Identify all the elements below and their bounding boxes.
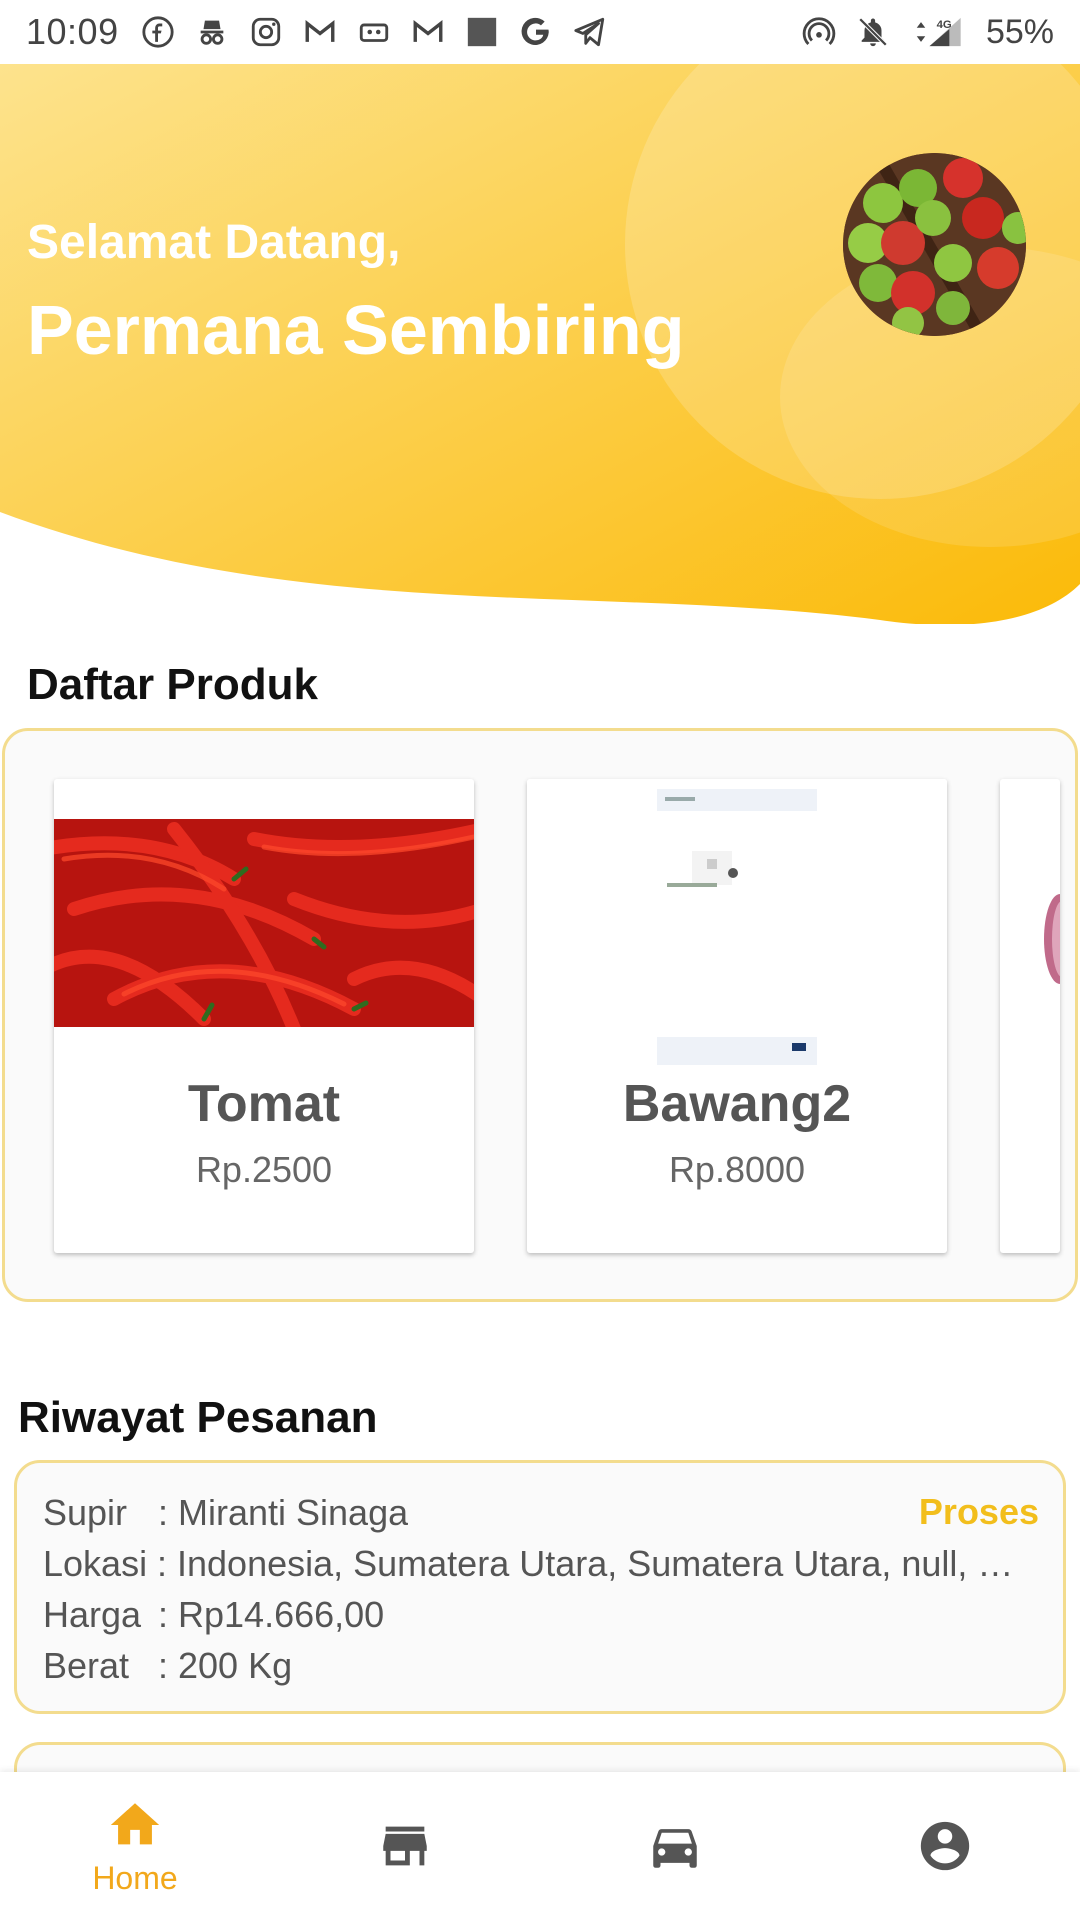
- orders-section-title: Riwayat Pesanan: [18, 1393, 378, 1442]
- telegram-icon: [573, 15, 607, 49]
- account-icon: [920, 1821, 970, 1871]
- product-price: Rp.2500: [195, 1149, 333, 1190]
- order-location-row: Lokasi : Indonesia, Sumatera Utara, Suma…: [43, 1538, 1037, 1589]
- battery-percent: 55%: [985, 12, 1054, 51]
- user-name: Permana Sembiring: [27, 291, 685, 369]
- nav-home-label: Home: [92, 1859, 178, 1896]
- bottom-navigation: Home: [0, 1772, 1080, 1920]
- greeting-text: Selamat Datang,: [27, 216, 401, 269]
- nav-car[interactable]: [540, 1772, 810, 1920]
- order-status-badge: Proses: [918, 1491, 1039, 1532]
- instagram-icon: [249, 15, 283, 49]
- order-weight-row: Berat : 200 Kg: [43, 1640, 1037, 1691]
- order-label: Lokasi: [43, 1543, 148, 1584]
- order-driver-row: Supir : Miranti Sinaga: [43, 1487, 1037, 1538]
- order-card[interactable]: Proses Supir : Miranti Sinaga Lokasi : I…: [14, 1460, 1066, 1714]
- nav-account[interactable]: [810, 1772, 1080, 1920]
- square-icon: [465, 15, 499, 49]
- facebook-icon: [141, 15, 175, 49]
- status-time: 10:09: [26, 11, 119, 52]
- product-card[interactable]: Bawang2 Rp.8000: [527, 779, 947, 1253]
- home-icon: [110, 1802, 160, 1844]
- product-card[interactable]: Tomat Rp.2500: [54, 779, 474, 1253]
- order-price-row: Harga : Rp14.666,00: [43, 1589, 1037, 1640]
- apples-image: [843, 153, 1026, 336]
- product-price: Rp.8000: [668, 1149, 806, 1190]
- product-name: Bawang2: [622, 1075, 852, 1133]
- order-value: : Indonesia, Sumatera Utara, Sumatera Ut…: [157, 1543, 1037, 1584]
- incognito-icon: [195, 15, 229, 49]
- profile-avatar[interactable]: [843, 153, 1026, 336]
- nav-home[interactable]: Home: [0, 1772, 270, 1920]
- status-bar: 10:09 4G 55%: [0, 0, 1080, 64]
- signal-icon: 4G: [910, 15, 966, 49]
- car-icon: [653, 1829, 697, 1868]
- bell-off-icon: [856, 15, 890, 49]
- nav-store[interactable]: [270, 1772, 540, 1920]
- order-label: Harga: [43, 1594, 142, 1635]
- order-value: : Rp14.666,00: [158, 1594, 385, 1635]
- gmail-icon: [411, 15, 445, 49]
- notification-icons: [141, 15, 607, 49]
- order-value: : 200 Kg: [158, 1645, 293, 1686]
- order-value: : Miranti Sinaga: [158, 1492, 409, 1533]
- google-icon: [519, 15, 553, 49]
- gmail-icon: [303, 15, 337, 49]
- red-chili-image: [54, 819, 474, 1036]
- order-label: Supir: [43, 1492, 128, 1533]
- onion-image: [1000, 879, 1060, 999]
- hotspot-icon: [802, 15, 836, 49]
- screenshot-image: [527, 779, 947, 1069]
- products-section-title: Daftar Produk: [27, 660, 318, 709]
- store-icon: [383, 1826, 427, 1866]
- order-label: Berat: [43, 1645, 130, 1686]
- product-name: Tomat: [187, 1075, 341, 1133]
- cassette-icon: [357, 15, 391, 49]
- product-card[interactable]: [1000, 779, 1060, 1253]
- system-icons: 4G 55%: [802, 13, 1054, 52]
- svg-text:4G: 4G: [937, 19, 952, 31]
- product-carousel[interactable]: Tomat Rp.2500 Bawang2 Rp.8000: [2, 728, 1078, 1302]
